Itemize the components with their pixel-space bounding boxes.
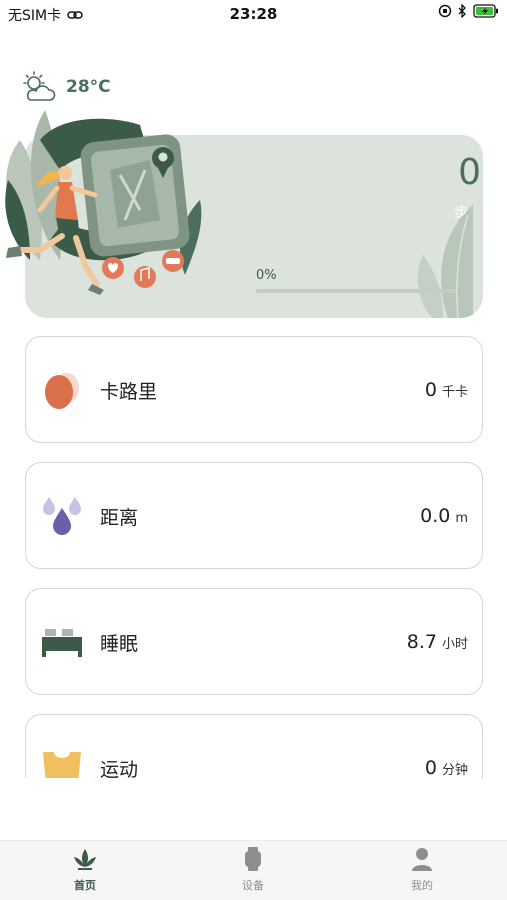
sleep-card[interactable]: 睡眠 8.7 小时 bbox=[25, 588, 483, 695]
status-time: 23:28 bbox=[229, 5, 278, 23]
bed-icon bbox=[42, 629, 82, 657]
sport-unit: 分钟 bbox=[441, 763, 468, 778]
distance-card[interactable]: 距离 0.0 m bbox=[25, 462, 483, 569]
weather-widget: 28°C bbox=[20, 70, 111, 104]
calories-label: 卡路里 bbox=[100, 381, 158, 403]
leaf-decoration bbox=[417, 205, 473, 318]
stats-list[interactable]: 卡路里 0 千卡 距离 0.0 m 睡眠 8.7 小时 运动 0 分钟 bbox=[0, 330, 507, 778]
person-icon bbox=[412, 848, 432, 871]
steps-progress-bar bbox=[256, 289, 456, 293]
battery-charging-icon bbox=[473, 4, 498, 18]
tab-device-label: 设备 bbox=[242, 879, 264, 892]
bluetooth-icon bbox=[458, 4, 466, 18]
sport-value-group: 0 分钟 bbox=[425, 757, 468, 778]
sport-value: 0 bbox=[424, 757, 437, 778]
calories-card[interactable]: 卡路里 0 千卡 bbox=[25, 336, 483, 443]
sleep-value-group: 8.7 小时 bbox=[407, 631, 468, 653]
distance-value: 0.0 bbox=[420, 505, 451, 527]
sport-card[interactable]: 运动 0 分钟 bbox=[25, 714, 483, 778]
leaf-icon bbox=[74, 849, 96, 870]
sleep-value: 8.7 bbox=[406, 631, 437, 653]
watch-icon bbox=[245, 847, 261, 871]
status-bar: 无SIM卡 23:28 bbox=[0, 0, 507, 28]
calories-value-group: 0 千卡 bbox=[425, 379, 468, 401]
sleep-unit: 小时 bbox=[441, 637, 468, 652]
steps-unit: 步 bbox=[454, 205, 468, 221]
weather-temperature: 28°C bbox=[66, 77, 111, 97]
distance-value-group: 0.0 m bbox=[420, 505, 468, 527]
sleep-label: 睡眠 bbox=[100, 633, 139, 655]
calories-value: 0 bbox=[424, 379, 437, 401]
runner-watch-illustration bbox=[5, 110, 202, 295]
basket-icon bbox=[43, 752, 81, 778]
distance-unit: m bbox=[455, 511, 468, 526]
bottom-tab-bar: 首页 设备 我的 bbox=[0, 840, 507, 900]
steps-progress-label: 0% bbox=[256, 268, 277, 283]
distance-label: 距离 bbox=[100, 507, 139, 529]
sun-cloud-icon bbox=[23, 71, 56, 101]
tab-home[interactable]: 首页 bbox=[35, 847, 135, 893]
orientation-lock-icon bbox=[438, 4, 452, 18]
tab-profile[interactable]: 我的 bbox=[372, 847, 472, 893]
status-right bbox=[438, 4, 499, 18]
tab-profile-label: 我的 bbox=[411, 879, 433, 892]
tab-home-label: 首页 bbox=[74, 879, 96, 892]
steps-value: 0 bbox=[458, 152, 481, 193]
egg-icon bbox=[45, 373, 79, 409]
water-drop-icon bbox=[43, 497, 81, 535]
sport-label: 运动 bbox=[100, 759, 139, 778]
tab-device[interactable]: 设备 bbox=[203, 847, 303, 893]
calories-unit: 千卡 bbox=[441, 385, 468, 400]
